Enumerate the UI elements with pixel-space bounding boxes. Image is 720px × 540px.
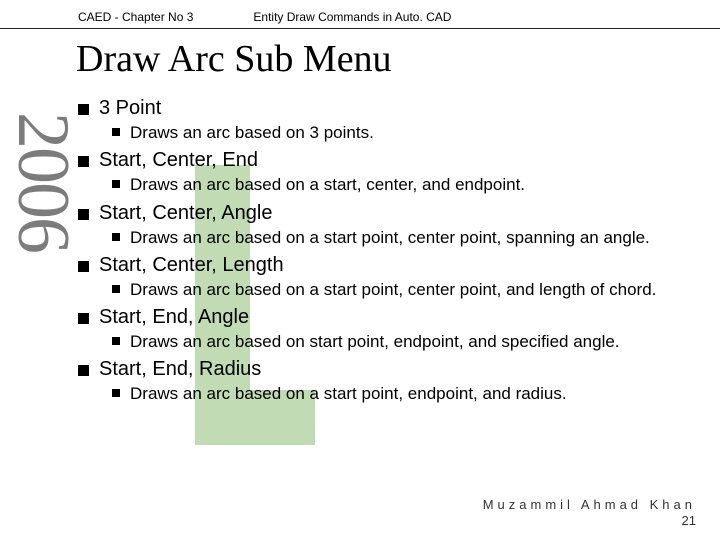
item-desc: Draws an arc based on a start point, cen…	[130, 279, 656, 300]
bullet-list: 3 Point Draws an arc based on 3 points. …	[0, 97, 720, 405]
square-bullet-icon	[112, 180, 120, 188]
item-desc: Draws an arc based on a start, center, a…	[130, 174, 525, 195]
item-label: 3 Point	[99, 97, 161, 120]
square-bullet-icon	[112, 128, 120, 136]
square-bullet-icon	[78, 313, 89, 324]
footer-page: 21	[682, 513, 696, 528]
square-bullet-icon	[78, 104, 89, 115]
square-bullet-icon	[78, 209, 89, 220]
list-item: Start, Center, Length	[78, 254, 700, 277]
header-bar: CAED - Chapter No 3 Entity Draw Commands…	[0, 0, 720, 29]
list-item: Start, End, Angle	[78, 306, 700, 329]
item-desc: Draws an arc based on a start point, cen…	[130, 227, 650, 248]
list-subitem: Draws an arc based on a start point, cen…	[112, 227, 700, 248]
square-bullet-icon	[112, 389, 120, 397]
list-subitem: Draws an arc based on a start, center, a…	[112, 174, 700, 195]
square-bullet-icon	[78, 365, 89, 376]
square-bullet-icon	[78, 156, 89, 167]
list-subitem: Draws an arc based on 3 points.	[112, 122, 700, 143]
list-item: 3 Point	[78, 97, 700, 120]
item-label: Start, End, Angle	[99, 306, 249, 329]
item-label: Start, Center, End	[99, 149, 258, 172]
square-bullet-icon	[112, 233, 120, 241]
header-left: CAED - Chapter No 3	[78, 10, 193, 24]
list-item: Start, End, Radius	[78, 358, 700, 381]
item-desc: Draws an arc based on a start point, end…	[130, 383, 567, 404]
item-label: Start, Center, Length	[99, 254, 284, 277]
item-desc: Draws an arc based on start point, endpo…	[130, 331, 620, 352]
header-right: Entity Draw Commands in Auto. CAD	[253, 10, 451, 24]
list-item: Start, Center, End	[78, 149, 700, 172]
list-subitem: Draws an arc based on start point, endpo…	[112, 331, 700, 352]
square-bullet-icon	[112, 285, 120, 293]
item-label: Start, End, Radius	[99, 358, 261, 381]
list-subitem: Draws an arc based on a start point, cen…	[112, 279, 700, 300]
slide-title: Draw Arc Sub Menu	[0, 29, 720, 91]
square-bullet-icon	[112, 337, 120, 345]
item-desc: Draws an arc based on 3 points.	[130, 122, 374, 143]
footer-author: Muzammil Ahmad Khan	[483, 497, 696, 512]
list-subitem: Draws an arc based on a start point, end…	[112, 383, 700, 404]
list-item: Start, Center, Angle	[78, 202, 700, 225]
square-bullet-icon	[78, 261, 89, 272]
item-label: Start, Center, Angle	[99, 202, 272, 225]
